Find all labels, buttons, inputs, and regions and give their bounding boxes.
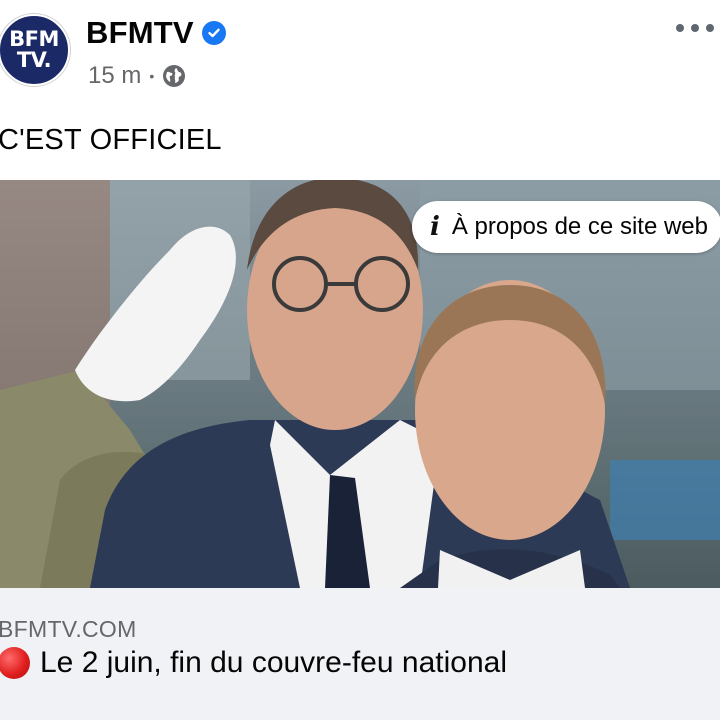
link-headline: Le 2 juin, fin du couvre-feu national (0, 646, 507, 680)
avatar-text-line-1: BFM (9, 27, 59, 51)
post-meta: 15 m • (88, 62, 186, 90)
link-headline-text: Le 2 juin, fin du couvre-feu national (40, 646, 507, 679)
post-timestamp[interactable]: 15 m (88, 62, 141, 90)
about-website-label: À propos de ce site web (451, 213, 708, 240)
link-domain: BFMTV.COM (0, 616, 137, 642)
page-name[interactable]: BFMTV (86, 15, 226, 51)
more-dot (676, 24, 684, 32)
more-options-icon[interactable] (676, 18, 714, 38)
page-name-label: BFMTV (86, 15, 194, 50)
more-dot (691, 24, 699, 32)
info-icon: i (429, 212, 440, 242)
post-image[interactable]: i À propos de ce site web (0, 180, 720, 588)
post-text: C'EST OFFICIEL (0, 124, 222, 156)
red-circle-icon (0, 647, 30, 679)
page-avatar[interactable]: BFM TV. (0, 14, 70, 86)
globe-icon (162, 64, 186, 88)
more-dot (706, 24, 714, 32)
verified-badge-icon (201, 21, 226, 45)
about-website-button[interactable]: i À propos de ce site web (411, 201, 720, 253)
avatar-text-line-2: TV. (16, 48, 52, 72)
meta-separator: • (149, 68, 155, 84)
link-preview[interactable]: BFMTV.COM Le 2 juin, fin du couvre-feu n… (0, 588, 720, 720)
